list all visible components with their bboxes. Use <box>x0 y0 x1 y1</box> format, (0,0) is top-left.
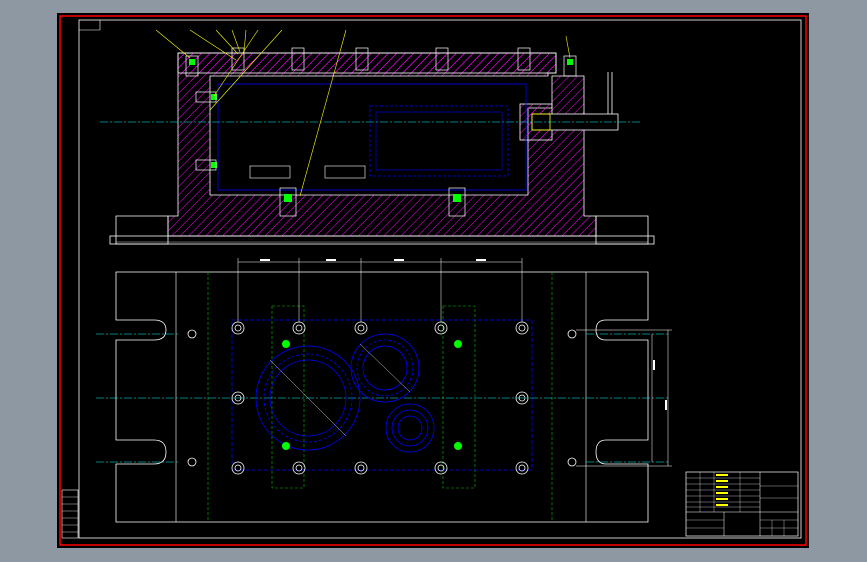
model-space-canvas <box>57 13 809 548</box>
drawing-svg <box>57 13 809 548</box>
cad-viewport <box>0 0 867 562</box>
